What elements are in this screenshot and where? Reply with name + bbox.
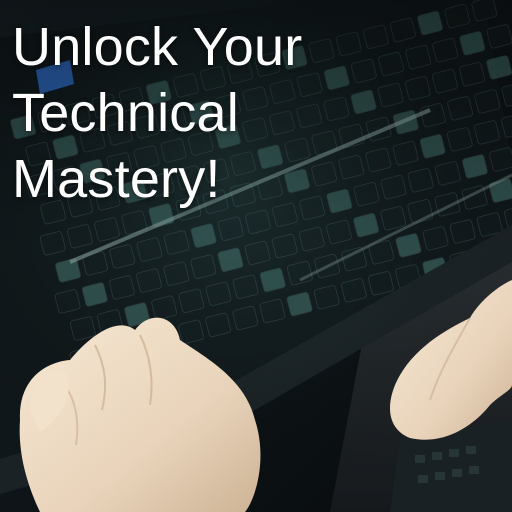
headline-line-1: Unlock Your: [12, 17, 303, 77]
promo-banner: Unlock Your Technical Mastery!: [0, 0, 512, 512]
headline: Unlock Your Technical Mastery!: [12, 14, 482, 212]
headline-line-3: Mastery!: [12, 149, 221, 209]
headline-line-2: Technical: [12, 83, 239, 143]
